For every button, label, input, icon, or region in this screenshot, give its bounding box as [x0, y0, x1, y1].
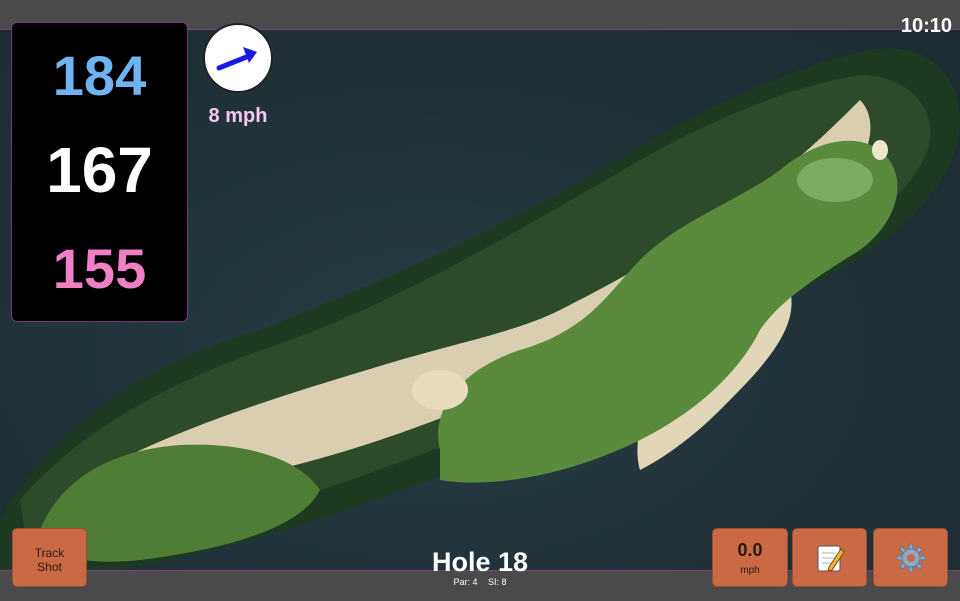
- back-distance: 184: [52, 44, 147, 107]
- front-distance: 155: [52, 237, 147, 300]
- middle-distance: 167: [46, 134, 153, 206]
- speed-value: 0.0: [737, 540, 763, 560]
- track-shot-label-line2: Shot: [37, 560, 62, 574]
- speed-button[interactable]: 0.0 mph: [712, 528, 788, 587]
- hole-par: Par: 4: [453, 577, 478, 587]
- speed-unit: mph: [740, 565, 760, 576]
- distance-panel: 184 167 155: [11, 22, 188, 322]
- hole-meta: Par: 4 SI: 8: [380, 577, 580, 587]
- hole-title: Hole 18: [431, 547, 529, 577]
- settings-button[interactable]: [873, 528, 948, 587]
- clock: 10:10: [900, 15, 952, 37]
- wind-arrow-icon: [216, 47, 257, 71]
- wind-speed: 8 mph: [208, 105, 268, 127]
- track-shot-label-line1: Track: [34, 546, 65, 560]
- hole-stroke-index: SI: 8: [488, 577, 507, 587]
- notes-button[interactable]: [792, 528, 867, 587]
- wind-direction-dial: [203, 23, 273, 93]
- notepad-icon: [817, 545, 845, 572]
- gear-icon: [896, 543, 926, 573]
- track-shot-button[interactable]: Track Shot: [12, 528, 87, 587]
